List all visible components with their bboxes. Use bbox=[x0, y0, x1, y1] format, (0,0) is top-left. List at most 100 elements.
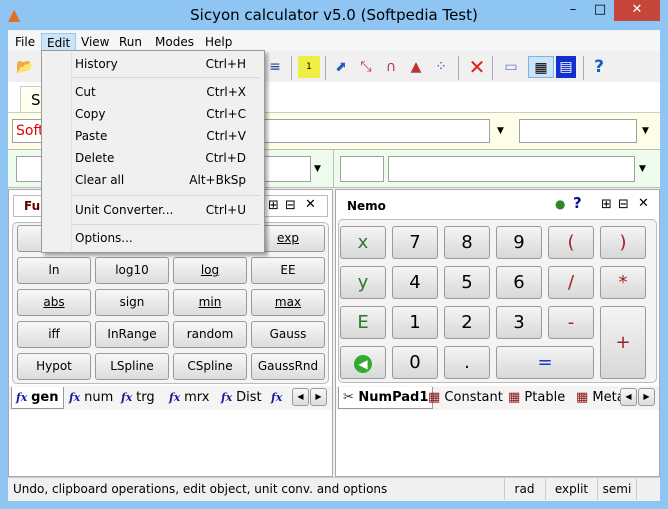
function-button[interactable]: log bbox=[173, 257, 247, 284]
numpad-key[interactable]: - bbox=[548, 306, 594, 339]
numpad-key[interactable]: ) bbox=[600, 226, 646, 259]
unit-field[interactable] bbox=[340, 156, 384, 182]
tab-trg[interactable]: fx trg bbox=[121, 387, 155, 409]
tab-gen[interactable]: fx gen bbox=[11, 387, 64, 409]
numpad-key[interactable]: . bbox=[444, 346, 490, 379]
collapse-icon[interactable]: ⊟ bbox=[285, 198, 296, 213]
scroll-left-button[interactable]: ◀ bbox=[620, 388, 637, 406]
tab-mrx[interactable]: fx mrx bbox=[169, 387, 209, 409]
equals-key[interactable]: = bbox=[496, 346, 594, 379]
menu-item-cut[interactable]: Cut Ctrl+X bbox=[75, 82, 255, 102]
close-button[interactable]: ✕ bbox=[614, 0, 660, 21]
menu-item-paste[interactable]: Paste Ctrl+V bbox=[75, 126, 255, 146]
menu-modes[interactable]: Modes bbox=[150, 33, 199, 51]
close-panel-icon[interactable]: ✕ bbox=[638, 196, 649, 211]
tab-constant[interactable]: ▦ Constant bbox=[428, 387, 503, 409]
function-button[interactable]: iff bbox=[17, 321, 91, 348]
globe-icon[interactable]: ● bbox=[555, 197, 565, 211]
expand-icon[interactable]: ⊞ bbox=[601, 197, 612, 212]
scroll-right-button[interactable]: ▶ bbox=[310, 388, 327, 406]
function-button[interactable]: min bbox=[173, 289, 247, 316]
dropdown-arrow-icon[interactable]: ▼ bbox=[314, 164, 321, 174]
function-button[interactable]: LSpline bbox=[95, 353, 169, 380]
plot-x-icon[interactable]: ⤡ bbox=[355, 56, 377, 78]
menu-item-delete[interactable]: Delete Ctrl+D bbox=[75, 148, 255, 168]
menu-view[interactable]: View bbox=[76, 33, 114, 51]
menu-edit[interactable]: Edit bbox=[41, 33, 77, 51]
secondary-combo[interactable] bbox=[519, 119, 637, 143]
function-button[interactable]: max bbox=[251, 289, 325, 316]
tab-num[interactable]: fx num bbox=[69, 387, 113, 409]
plot-curve-icon[interactable]: ∩ bbox=[380, 56, 402, 78]
ruler-icon[interactable]: 1 bbox=[298, 56, 320, 78]
menu-help[interactable]: Help bbox=[200, 33, 237, 51]
scroll-right-button[interactable]: ▶ bbox=[638, 388, 655, 406]
numpad-key[interactable]: * bbox=[600, 266, 646, 299]
status-sep[interactable]: semi bbox=[597, 478, 637, 500]
scroll-left-button[interactable]: ◀ bbox=[292, 388, 309, 406]
numpad-key[interactable]: x bbox=[340, 226, 386, 259]
function-button[interactable]: GaussRnd bbox=[251, 353, 325, 380]
menu-item-options[interactable]: Options... bbox=[75, 228, 255, 248]
close-panel-icon[interactable]: ✕ bbox=[305, 197, 316, 212]
function-button[interactable]: ln bbox=[17, 257, 91, 284]
numpad-key[interactable]: 0 bbox=[392, 346, 438, 379]
lines-icon[interactable]: ≡ bbox=[264, 56, 286, 78]
numpad-key[interactable]: E bbox=[340, 306, 386, 339]
numpad-key[interactable]: 3 bbox=[496, 306, 542, 339]
function-button[interactable]: EE bbox=[251, 257, 325, 284]
dropdown-arrow-icon[interactable]: ▼ bbox=[642, 126, 649, 136]
back-key[interactable]: ◀ bbox=[340, 346, 386, 379]
function-button[interactable]: log10 bbox=[95, 257, 169, 284]
tab-meta[interactable]: ▦ Meta bbox=[576, 387, 625, 409]
tab-numpad1[interactable]: ✂ NumPad1 bbox=[338, 387, 434, 409]
calculator-view-icon[interactable]: ▦ bbox=[528, 56, 554, 78]
collapse-icon[interactable]: ⊟ bbox=[618, 197, 629, 212]
tab-ptable[interactable]: ▦ Ptable bbox=[508, 387, 565, 409]
dropdown-arrow-icon[interactable]: ▼ bbox=[497, 126, 504, 136]
function-button[interactable]: random bbox=[173, 321, 247, 348]
help-icon[interactable]: ? bbox=[573, 194, 582, 212]
expand-icon[interactable]: ⊞ bbox=[268, 198, 279, 213]
menu-run[interactable]: Run bbox=[114, 33, 147, 51]
function-button[interactable]: CSpline bbox=[173, 353, 247, 380]
numpad-key[interactable]: 6 bbox=[496, 266, 542, 299]
help-icon[interactable]: ? bbox=[588, 56, 610, 78]
tab-Dist[interactable]: fx Dist bbox=[221, 387, 262, 409]
numpad-key[interactable]: ( bbox=[548, 226, 594, 259]
scatter-icon[interactable]: ⁘ bbox=[430, 56, 452, 78]
numpad-key[interactable]: 8 bbox=[444, 226, 490, 259]
numpad-key[interactable]: y bbox=[340, 266, 386, 299]
menu-item-clear-all[interactable]: Clear all Alt+BkSp bbox=[75, 170, 255, 190]
status-mode[interactable]: explit bbox=[545, 478, 597, 500]
numpad-key[interactable]: 1 bbox=[392, 306, 438, 339]
menu-item-copy[interactable]: Copy Ctrl+C bbox=[75, 104, 255, 124]
function-button[interactable]: abs bbox=[17, 289, 91, 316]
plus-key[interactable]: + bbox=[600, 306, 646, 379]
minimize-button[interactable]: – bbox=[560, 0, 586, 21]
function-button[interactable]: Gauss bbox=[251, 321, 325, 348]
numpad-key[interactable]: 2 bbox=[444, 306, 490, 339]
open-folder-icon[interactable]: 📂 bbox=[14, 56, 36, 78]
console-view-icon[interactable]: ▤ bbox=[556, 56, 576, 78]
function-button[interactable]: Hypot bbox=[17, 353, 91, 380]
menu-file[interactable]: File bbox=[10, 33, 40, 51]
status-angle[interactable]: rad bbox=[504, 478, 544, 500]
function-button[interactable]: sign bbox=[95, 289, 169, 316]
numpad-key[interactable]: 4 bbox=[392, 266, 438, 299]
maximize-button[interactable]: □ bbox=[587, 0, 613, 21]
chart-line-icon[interactable]: ⬈ bbox=[330, 56, 352, 78]
numpad-key[interactable]: 9 bbox=[496, 226, 542, 259]
function-button[interactable]: InRange bbox=[95, 321, 169, 348]
menu-item-history[interactable]: History Ctrl+H bbox=[75, 54, 255, 74]
window-bar-icon[interactable]: ▭ bbox=[500, 56, 522, 78]
numpad-key[interactable]: / bbox=[548, 266, 594, 299]
numpad-key[interactable]: 7 bbox=[392, 226, 438, 259]
plot-area-icon[interactable]: ▲ bbox=[405, 56, 427, 78]
unit-combo[interactable] bbox=[388, 156, 635, 182]
menu-item-unit-converter[interactable]: Unit Converter... Ctrl+U bbox=[75, 200, 255, 220]
tab-more[interactable]: fx bbox=[271, 387, 282, 409]
dropdown-arrow-icon[interactable]: ▼ bbox=[639, 164, 646, 174]
delete-x-icon[interactable]: ✕ bbox=[466, 56, 488, 78]
numpad-key[interactable]: 5 bbox=[444, 266, 490, 299]
